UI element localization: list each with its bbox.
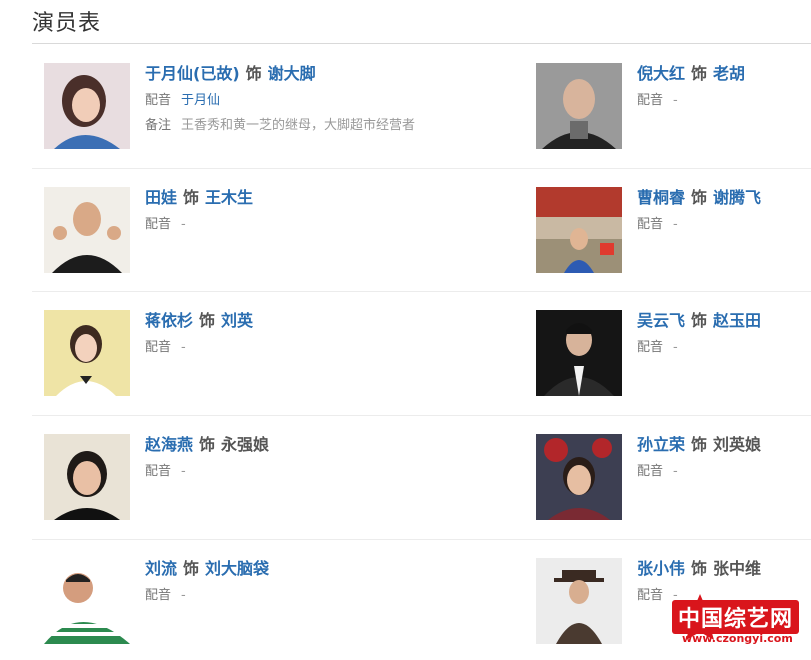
actor-photo[interactable] (44, 558, 130, 644)
dub-label: 配音 (637, 217, 664, 232)
dub-label: 配音 (637, 340, 664, 355)
as-separator: 饰 (691, 559, 708, 578)
role-name-link[interactable]: 赵玉田 (713, 311, 761, 330)
actor-photo[interactable] (44, 310, 130, 396)
page-title: 演员表 (32, 11, 102, 36)
dub-label: 配音 (637, 93, 664, 108)
dub-value: - (673, 93, 678, 108)
actor-name-link[interactable]: 孙立荣 (637, 435, 685, 454)
note-value: 王香秀和黄一芝的继母，大脚超市经营者 (181, 118, 416, 133)
actor-name-link[interactable]: 蒋依杉 (145, 311, 193, 330)
dub-value: - (181, 217, 186, 232)
actor-photo[interactable] (536, 187, 622, 273)
dub-value: - (673, 340, 678, 355)
watermark-text: 中国综艺网 (672, 600, 800, 634)
as-separator: 饰 (691, 435, 708, 454)
actor-photo[interactable] (44, 63, 130, 149)
dub-value: - (181, 340, 186, 355)
as-separator: 饰 (245, 64, 262, 83)
title-divider (32, 43, 811, 44)
role-name-link[interactable]: 王木生 (205, 188, 253, 207)
role-name-link[interactable]: 刘大脑袋 (205, 559, 269, 578)
actor-name-link[interactable]: 刘流 (145, 559, 177, 578)
role-name: 刘英娘 (713, 435, 762, 454)
role-name-link[interactable]: 老胡 (713, 64, 745, 83)
role-name-link[interactable]: 刘英 (221, 311, 253, 330)
actor-name-link[interactable]: 于月仙(已故) (145, 64, 240, 83)
dub-label: 配音 (145, 340, 172, 355)
actor-name-link[interactable]: 张小伟 (637, 559, 685, 578)
dub-label: 配音 (145, 93, 172, 108)
watermark-url: www.czongyi.com (682, 632, 793, 645)
actor-name-link[interactable]: 赵海燕 (145, 435, 193, 454)
dub-label: 配音 (145, 217, 172, 232)
actor-photo[interactable] (44, 434, 130, 520)
actor-photo[interactable] (536, 63, 622, 149)
role-name-link[interactable]: 谢腾飞 (713, 188, 761, 207)
dub-value: - (673, 464, 678, 479)
site-watermark: 中国综艺网 www.czongyi.com (660, 592, 800, 652)
dub-label: 配音 (145, 588, 172, 603)
dub-label: 配音 (637, 464, 664, 479)
dub-value: - (181, 588, 186, 603)
row-divider (32, 291, 811, 292)
role-name: 张中维 (713, 559, 762, 578)
actor-photo[interactable] (44, 187, 130, 273)
note-label: 备注 (145, 118, 172, 133)
actor-name-link[interactable]: 倪大红 (637, 64, 685, 83)
actor-photo[interactable] (536, 558, 622, 644)
as-separator: 饰 (183, 559, 200, 578)
actor-photo[interactable] (536, 310, 622, 396)
as-separator: 饰 (691, 188, 708, 207)
dub-value: - (673, 217, 678, 232)
actor-photo[interactable] (536, 434, 622, 520)
actor-name-link[interactable]: 曹桐睿 (637, 188, 685, 207)
as-separator: 饰 (691, 64, 708, 83)
as-separator: 饰 (183, 188, 200, 207)
dub-label: 配音 (145, 464, 172, 479)
actor-name-link[interactable]: 吴云飞 (637, 311, 685, 330)
dub-value-link[interactable]: 于月仙 (181, 93, 220, 108)
dub-value: - (181, 464, 186, 479)
actor-name-link[interactable]: 田娃 (145, 188, 177, 207)
role-name-link[interactable]: 谢大脚 (268, 64, 316, 83)
as-separator: 饰 (199, 435, 216, 454)
as-separator: 饰 (691, 311, 708, 330)
row-divider (32, 168, 811, 169)
as-separator: 饰 (199, 311, 216, 330)
role-name: 永强娘 (221, 435, 270, 454)
row-divider (32, 415, 811, 416)
row-divider (32, 539, 811, 540)
